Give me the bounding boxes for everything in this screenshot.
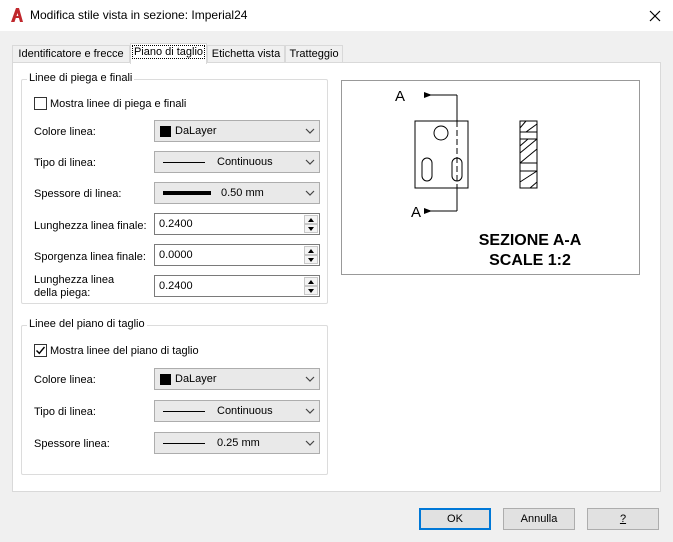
line-color-label: Colore linea: [34,374,96,386]
spin-up-icon [308,279,314,284]
tab-label: Tratteggio [289,48,339,60]
cutting-plane-lines-group: Linee del piano di taglio Mostra linee d… [21,318,328,475]
spin-down-button[interactable] [304,286,318,295]
ok-button[interactable]: OK [419,508,491,530]
end-overhang-input[interactable] [159,247,299,263]
lineweight-preview [163,191,211,195]
chevron-down-icon [305,159,315,165]
color-swatch [160,125,171,137]
end-length-input[interactable] [159,216,299,232]
chevron-down-icon [305,128,315,134]
chevron-down-icon [305,190,315,196]
group-title: Linee di piega e finali [27,72,135,84]
spin-down-button[interactable] [304,255,318,264]
button-label: ? [619,513,627,525]
dropdown-value: Continuous [217,405,273,417]
checkbox-label: Mostra linee di piega e finali [50,97,187,110]
tab-identifier-arrows[interactable]: Identificatore e frecce [12,45,130,63]
arrow-label-top: A [395,88,405,105]
tab-panel: Linee di piega e finali Mostra linee di … [12,62,661,492]
dropdown-value: Continuous [217,156,273,168]
spin-up-icon [308,217,314,222]
line-type-dropdown[interactable]: Continuous [154,151,320,173]
line-weight-label: Spessore linea: [34,438,110,450]
show-bend-lines-checkbox[interactable]: Mostra linee di piega e finali [34,97,186,110]
checkbox-label: Mostra linee del piano di taglio [50,344,199,357]
close-icon [649,10,661,22]
bend-length-input[interactable] [159,278,299,294]
chevron-down-icon [305,376,315,382]
linetype-preview [163,410,205,412]
dropdown-value: 0.25 mm [217,437,260,449]
lineweight-preview [163,442,205,444]
button-label: OK [447,513,463,525]
label-line: Lunghezza linea [34,274,115,286]
line-weight-label: Spessore di linea: [34,188,122,200]
spin-down-icon [308,257,314,262]
window-title: Modifica stile vista in sezione: Imperia… [30,8,248,22]
help-button[interactable]: ? [587,508,659,530]
line-color-dropdown[interactable]: DaLayer [154,368,320,390]
line-weight-dropdown[interactable]: 0.50 mm [154,182,320,204]
bend-lines-group: Linee di piega e finali Mostra linee di … [21,72,328,304]
spin-up-icon [308,248,314,253]
tab-label: Identificatore e frecce [18,48,124,60]
bend-length-spinner[interactable] [154,275,320,297]
label-line: della piega: [34,287,91,299]
line-type-label: Tipo di linea: [34,406,96,418]
dropdown-value: 0.50 mm [221,187,264,199]
line-weight-dropdown[interactable]: 0.25 mm [154,432,320,454]
spin-down-button[interactable] [304,224,318,233]
autocad-logo-icon [11,8,23,22]
tab-view-label[interactable]: Etichetta vista [207,45,285,63]
line-color-label: Colore linea: [34,126,96,138]
close-button[interactable] [640,4,670,28]
show-cutting-plane-checkbox[interactable]: Mostra linee del piano di taglio [34,344,199,357]
end-length-label: Lunghezza linea finale: [34,220,147,232]
tab-label: Etichetta vista [211,48,281,60]
title-bar: Modifica stile vista in sezione: Imperia… [0,0,673,31]
bend-length-label: Lunghezza linea della piega: [34,274,114,300]
spin-up-button[interactable] [304,215,318,224]
spin-down-icon [308,226,314,231]
cancel-button[interactable]: Annulla [503,508,575,530]
tab-hatch[interactable]: Tratteggio [285,45,343,63]
end-overhang-label: Sporgenza linea finale: [34,251,146,263]
preview-caption-scale: SCALE 1:2 [489,252,571,269]
section-preview-drawing: A A SEZIONE A-A SCALE 1:2 [395,88,582,269]
end-overhang-spinner[interactable] [154,244,320,266]
line-type-dropdown[interactable]: Continuous [154,400,320,422]
tab-cutting-plane[interactable]: Piano di taglio [130,43,207,64]
checkbox-box[interactable] [34,344,47,357]
linetype-preview [163,161,205,163]
dropdown-value: DaLayer [175,373,217,385]
preview-caption-title: SEZIONE A-A [479,232,582,249]
arrow-label-bottom: A [411,204,421,221]
checkmark-icon [36,346,46,355]
line-color-dropdown[interactable]: DaLayer [154,120,320,142]
chevron-down-icon [305,408,315,414]
end-length-spinner[interactable] [154,213,320,235]
preview-pane: A A SEZIONE A-A SCALE 1:2 [341,80,640,275]
group-title: Linee del piano di taglio [27,318,147,330]
chevron-down-icon [305,440,315,446]
color-swatch [160,373,171,385]
spin-up-button[interactable] [304,246,318,255]
spin-up-button[interactable] [304,277,318,286]
dropdown-value: DaLayer [175,125,217,137]
line-type-label: Tipo di linea: [34,157,96,169]
tab-label: Piano di taglio [131,45,206,59]
button-label: Annulla [520,513,558,525]
checkbox-box[interactable] [34,97,47,110]
spin-down-icon [308,288,314,293]
